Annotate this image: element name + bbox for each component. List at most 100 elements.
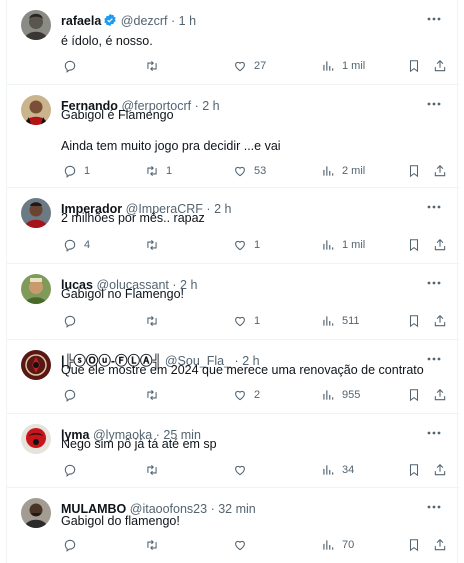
heart-icon: [235, 465, 245, 476]
retweet-button[interactable]: [145, 312, 166, 330]
retweet-icon: [147, 315, 157, 327]
retweet-icon: [147, 239, 157, 251]
retweet-icon: [147, 60, 157, 72]
reply-icon: [64, 539, 76, 552]
views-button[interactable]: 511: [321, 312, 360, 330]
timestamp[interactable]: 1 h: [179, 14, 196, 28]
display-name[interactable]: rafaela: [61, 14, 101, 28]
views-button[interactable]: 1 mil: [321, 236, 365, 254]
like-button[interactable]: 2: [233, 386, 260, 404]
like-count: 53: [254, 165, 267, 177]
share-icon: [434, 165, 446, 177]
bookmark-button[interactable]: [407, 536, 421, 554]
reply-button[interactable]: [63, 386, 84, 404]
retweet-button[interactable]: [145, 57, 166, 75]
share-button[interactable]: [433, 461, 447, 479]
retweet-button[interactable]: [145, 386, 166, 404]
bookmark-icon: [409, 315, 419, 328]
share-icon: [434, 60, 446, 72]
reply-icon: [64, 389, 76, 402]
bookmark-button[interactable]: [407, 461, 421, 479]
retweet-button[interactable]: 1: [145, 162, 172, 180]
views-button[interactable]: 70: [321, 536, 354, 554]
more-icon[interactable]: [425, 12, 443, 26]
share-icon: [434, 464, 446, 476]
retweet-button[interactable]: [145, 236, 166, 254]
like-button[interactable]: 53: [233, 162, 266, 180]
bookmark-button[interactable]: [407, 236, 421, 254]
action-bar: 2 955: [57, 386, 449, 404]
share-button[interactable]: [433, 536, 447, 554]
views-count: 1 mil: [342, 60, 366, 72]
reply-button[interactable]: [63, 461, 84, 479]
tweet-text: é ídolo, é nosso.: [61, 34, 153, 48]
views-button[interactable]: 955: [321, 386, 360, 404]
tweet[interactable]: |╠ⓢⓄⓤ-ⒻⓁⒶ╣ @Sou_Fla_ · 2 h Que ele mostr…: [7, 340, 459, 414]
reply-button[interactable]: [63, 57, 84, 75]
tweet[interactable]: MULAMBO @itaoofons23 · 32 min Gabigol do…: [7, 488, 459, 563]
views-icon: [323, 540, 334, 550]
views-button[interactable]: 2 mil: [321, 162, 365, 180]
heart-icon: [235, 316, 245, 327]
reply-button[interactable]: 1: [63, 162, 90, 180]
like-button[interactable]: 1: [233, 236, 260, 254]
avatar[interactable]: [21, 424, 51, 454]
avatar[interactable]: [21, 95, 51, 125]
like-button[interactable]: 27: [233, 57, 266, 75]
reply-button[interactable]: 4: [63, 236, 90, 254]
like-button[interactable]: 1: [233, 312, 260, 330]
action-bar: 34: [57, 461, 449, 479]
views-count: 1 mil: [342, 239, 366, 251]
heart-icon: [235, 61, 245, 72]
avatar[interactable]: [21, 350, 51, 380]
views-button[interactable]: 1 mil: [321, 57, 365, 75]
tweet[interactable]: lucas @olucassant · 2 h Gabigol no Flame…: [7, 264, 459, 340]
bookmark-button[interactable]: [407, 162, 421, 180]
tweet[interactable]: lyma @lymaoka · 25 min Nego sim pô já tá…: [7, 414, 459, 488]
views-button[interactable]: 34: [321, 461, 354, 479]
action-bar: 1 1 53 2 mil: [57, 162, 449, 180]
retweet-icon: [147, 464, 157, 476]
bookmark-icon: [409, 60, 419, 73]
avatar[interactable]: [21, 10, 51, 40]
reply-icon: [64, 165, 76, 178]
like-count: 1: [254, 239, 261, 251]
views-icon: [323, 316, 334, 326]
views-icon: [323, 61, 334, 71]
separator-dot: ·: [171, 14, 176, 28]
share-icon: [434, 315, 446, 327]
tweet[interactable]: Fernando @ferportocrf · 2 h Gabigol é Fl…: [7, 85, 459, 188]
reply-count: 4: [84, 239, 91, 251]
like-button[interactable]: [233, 536, 254, 554]
tweet[interactable]: rafaela @dezcrf · 1 h é ídolo, é nosso. …: [7, 0, 459, 85]
more-icon[interactable]: [425, 500, 443, 514]
avatar[interactable]: [21, 274, 51, 304]
handle[interactable]: @dezcrf: [121, 14, 168, 28]
tweet-text: Nego sim pô já tá até em sp: [61, 437, 217, 451]
bookmark-icon: [409, 165, 419, 178]
retweet-button[interactable]: [145, 461, 166, 479]
tweet-text: Ainda tem muito jogo pra decidir ...e va…: [61, 139, 281, 153]
reply-button[interactable]: [63, 312, 84, 330]
bookmark-button[interactable]: [407, 57, 421, 75]
tweet[interactable]: Imperador @ImperaCRF · 2 h 2 milhões por…: [7, 188, 459, 264]
share-button[interactable]: [433, 312, 447, 330]
tweet-text: Que ele mostre em 2024 que merece uma re…: [61, 363, 424, 377]
reply-button[interactable]: [63, 536, 84, 554]
heart-icon: [235, 540, 245, 551]
retweet-button[interactable]: [145, 536, 166, 554]
share-button[interactable]: [433, 386, 447, 404]
share-button[interactable]: [433, 57, 447, 75]
share-button[interactable]: [433, 236, 447, 254]
tweet-header: rafaela @dezcrf · 1 h: [61, 13, 429, 29]
bookmark-button[interactable]: [407, 386, 421, 404]
like-button[interactable]: [233, 461, 254, 479]
share-button[interactable]: [433, 162, 447, 180]
avatar[interactable]: [21, 498, 51, 528]
avatar[interactable]: [21, 198, 51, 228]
bookmark-icon: [409, 239, 419, 252]
reply-timeline: rafaela @dezcrf · 1 h é ídolo, é nosso. …: [6, 0, 459, 563]
reply-icon: [64, 464, 76, 477]
reply-icon: [64, 315, 76, 328]
bookmark-button[interactable]: [407, 312, 421, 330]
